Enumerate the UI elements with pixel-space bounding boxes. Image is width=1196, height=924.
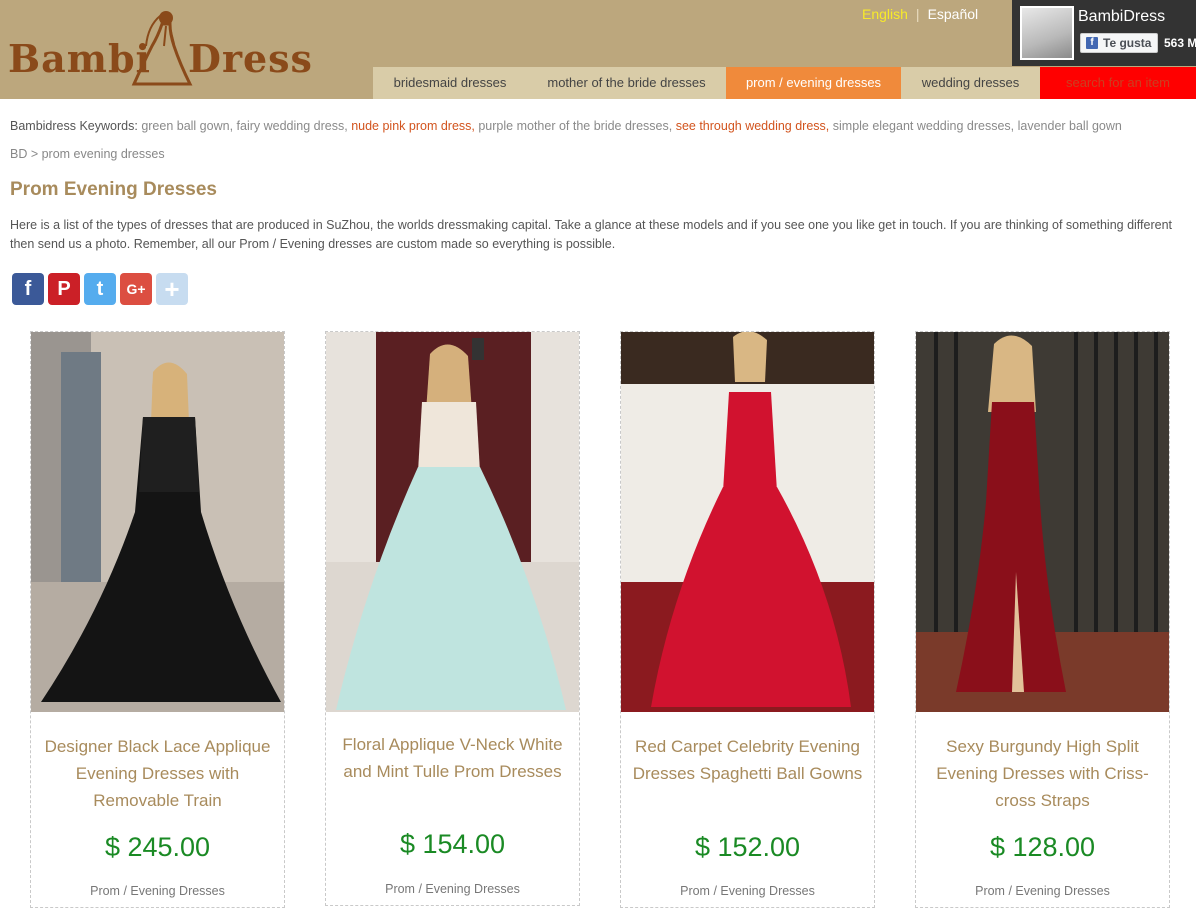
product-category[interactable]: Prom / Evening Dresses (621, 884, 874, 898)
facebook-like-button[interactable]: f Te gusta (1080, 33, 1158, 53)
keyword-link[interactable]: simple elegant wedding dresses, (833, 119, 1014, 133)
facebook-like-count: 563 M (1164, 36, 1196, 50)
nav-bridesmaid-dresses[interactable]: bridesmaid dresses (373, 67, 527, 99)
site-header: Bambi Dress English | Español BambiDress f… (0, 0, 1196, 99)
language-switcher: English | Español (862, 6, 978, 22)
keywords-line: Bambidress Keywords: green ball gown, fa… (10, 119, 1122, 133)
product-name[interactable]: Floral Applique V-Neck White and Mint Tu… (336, 731, 569, 785)
twitter-share-icon[interactable]: t (84, 273, 116, 305)
product-price: $ 154.00 (399, 829, 506, 859)
facebook-icon: f (1086, 37, 1098, 49)
product-card[interactable]: Sexy Burgundy High Split Evening Dresses… (915, 331, 1170, 908)
product-name[interactable]: Sexy Burgundy High Split Evening Dresses… (926, 733, 1159, 814)
keyword-link[interactable]: green ball gown, (141, 119, 233, 133)
product-photo[interactable] (621, 332, 874, 712)
page-title: Prom Evening Dresses (10, 179, 217, 200)
site-logo[interactable]: Bambi Dress (8, 6, 313, 88)
keyword-link[interactable]: fairy wedding dress, (237, 119, 348, 133)
product-price: $ 152.00 (694, 832, 801, 862)
product-card[interactable]: Floral Applique V-Neck White and Mint Tu… (325, 331, 580, 906)
facebook-page-thumbnail[interactable] (1020, 6, 1074, 60)
main-nav: bridesmaid dresses mother of the bride d… (373, 67, 1196, 99)
facebook-page-widget: BambiDress f Te gusta 563 M (1012, 0, 1196, 66)
product-photo[interactable] (326, 332, 579, 712)
product-card[interactable]: Designer Black Lace Applique Evening Dre… (30, 331, 285, 908)
nav-search-item[interactable]: search for an item (1040, 67, 1196, 99)
product-price: $ 245.00 (104, 832, 211, 862)
intro-text: Here is a list of the types of dresses t… (10, 218, 1173, 251)
nav-prom-evening-dresses[interactable]: prom / evening dresses (726, 67, 901, 99)
product-card[interactable]: Red Carpet Celebrity Evening Dresses Spa… (620, 331, 875, 908)
product-name[interactable]: Red Carpet Celebrity Evening Dresses Spa… (631, 733, 864, 787)
product-name[interactable]: Designer Black Lace Applique Evening Dre… (41, 733, 274, 814)
nav-wedding-dresses[interactable]: wedding dresses (901, 67, 1040, 99)
product-category[interactable]: Prom / Evening Dresses (326, 882, 579, 896)
nav-mother-of-bride-dresses[interactable]: mother of the bride dresses (527, 67, 726, 99)
lang-spanish-link[interactable]: Español (928, 6, 979, 22)
googleplus-share-icon[interactable]: G+ (120, 273, 152, 305)
logo-text-dress: Dress (188, 36, 313, 81)
product-photo[interactable] (916, 332, 1169, 712)
keyword-link[interactable]: see through wedding dress, (676, 119, 830, 133)
pinterest-share-icon[interactable]: P (48, 273, 80, 305)
product-category[interactable]: Prom / Evening Dresses (31, 884, 284, 898)
share-buttons: f P t G+ + (12, 273, 188, 305)
keywords-label: Bambidress Keywords: (10, 119, 138, 133)
more-share-icon[interactable]: + (156, 273, 188, 305)
facebook-page-name[interactable]: BambiDress (1078, 8, 1165, 26)
keyword-link[interactable]: purple mother of the bride dresses, (478, 119, 672, 133)
product-photo[interactable] (31, 332, 284, 712)
breadcrumb[interactable]: BD > prom evening dresses (10, 147, 165, 161)
keyword-link[interactable]: lavender ball gown (1018, 119, 1122, 133)
lang-english-link[interactable]: English (862, 6, 908, 22)
lang-separator: | (915, 6, 920, 22)
keyword-link[interactable]: nude pink prom dress, (351, 119, 475, 133)
facebook-share-icon[interactable]: f (12, 273, 44, 305)
product-price: $ 128.00 (989, 832, 1096, 862)
facebook-like-label: Te gusta (1103, 36, 1152, 50)
product-category[interactable]: Prom / Evening Dresses (916, 884, 1169, 898)
